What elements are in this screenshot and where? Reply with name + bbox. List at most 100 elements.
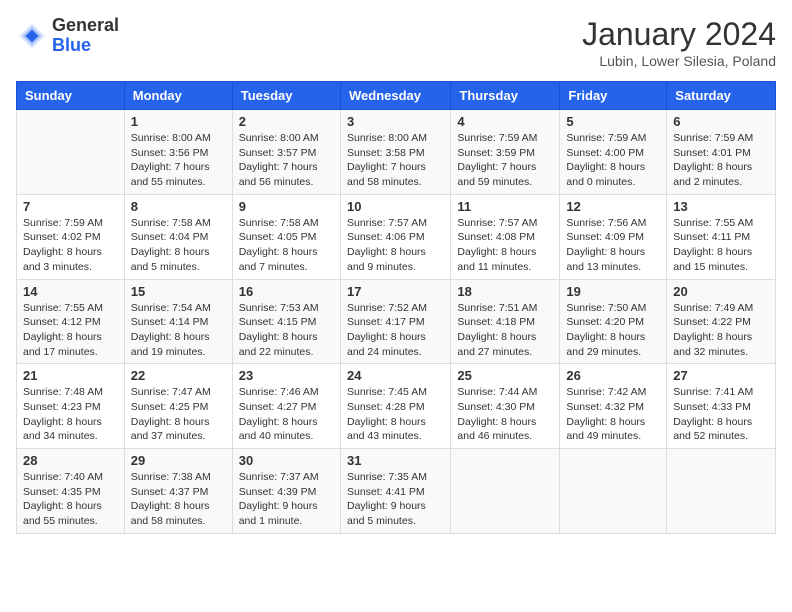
day-number: 22 bbox=[131, 368, 226, 383]
logo-text: General Blue bbox=[52, 16, 119, 56]
calendar-week-row: 1 Sunrise: 8:00 AM Sunset: 3:56 PM Daylig… bbox=[17, 110, 776, 195]
day-number: 11 bbox=[457, 199, 553, 214]
calendar-cell: 15 Sunrise: 7:54 AM Sunset: 4:14 PM Dayli… bbox=[124, 279, 232, 364]
day-number: 19 bbox=[566, 284, 660, 299]
day-number: 14 bbox=[23, 284, 118, 299]
calendar-cell bbox=[17, 110, 125, 195]
calendar-cell: 7 Sunrise: 7:59 AM Sunset: 4:02 PM Daylig… bbox=[17, 194, 125, 279]
day-number: 16 bbox=[239, 284, 334, 299]
day-info: Sunrise: 7:44 AM Sunset: 4:30 PM Dayligh… bbox=[457, 385, 553, 444]
day-number: 5 bbox=[566, 114, 660, 129]
calendar-cell: 16 Sunrise: 7:53 AM Sunset: 4:15 PM Dayli… bbox=[232, 279, 340, 364]
day-number: 27 bbox=[673, 368, 769, 383]
day-info: Sunrise: 7:55 AM Sunset: 4:11 PM Dayligh… bbox=[673, 216, 769, 275]
day-of-week-header: Monday bbox=[124, 82, 232, 110]
day-number: 21 bbox=[23, 368, 118, 383]
day-number: 13 bbox=[673, 199, 769, 214]
calendar-header-row: SundayMondayTuesdayWednesdayThursdayFrid… bbox=[17, 82, 776, 110]
calendar-cell: 11 Sunrise: 7:57 AM Sunset: 4:08 PM Dayli… bbox=[451, 194, 560, 279]
calendar-cell: 26Sunrise: 7:42 AM Sunset: 4:32 PM Dayli… bbox=[560, 364, 667, 449]
calendar-cell: 3 Sunrise: 8:00 AM Sunset: 3:58 PM Daylig… bbox=[340, 110, 450, 195]
day-info: Sunrise: 7:56 AM Sunset: 4:09 PM Dayligh… bbox=[566, 216, 660, 275]
day-info: Sunrise: 7:52 AM Sunset: 4:17 PM Dayligh… bbox=[347, 301, 444, 360]
logo-blue: Blue bbox=[52, 35, 91, 55]
day-number: 10 bbox=[347, 199, 444, 214]
day-number: 7 bbox=[23, 199, 118, 214]
day-number: 15 bbox=[131, 284, 226, 299]
calendar-cell: 23 Sunrise: 7:46 AM Sunset: 4:27 PM Dayli… bbox=[232, 364, 340, 449]
day-info: Sunrise: 7:57 AM Sunset: 4:06 PM Dayligh… bbox=[347, 216, 444, 275]
day-info: Sunrise: 7:50 AM Sunset: 4:20 PM Dayligh… bbox=[566, 301, 660, 360]
day-number: 2 bbox=[239, 114, 334, 129]
day-info: Sunrise: 7:54 AM Sunset: 4:14 PM Dayligh… bbox=[131, 301, 226, 360]
calendar-cell: 19 Sunrise: 7:50 AM Sunset: 4:20 PM Dayli… bbox=[560, 279, 667, 364]
calendar-cell: 31Sunrise: 7:35 AM Sunset: 4:41 PM Dayli… bbox=[340, 449, 450, 534]
location-subtitle: Lubin, Lower Silesia, Poland bbox=[582, 53, 776, 69]
day-info: Sunrise: 8:00 AM Sunset: 3:57 PM Dayligh… bbox=[239, 131, 334, 190]
calendar-cell: 2 Sunrise: 8:00 AM Sunset: 3:57 PM Daylig… bbox=[232, 110, 340, 195]
calendar-cell: 10 Sunrise: 7:57 AM Sunset: 4:06 PM Dayli… bbox=[340, 194, 450, 279]
day-info: Sunrise: 7:49 AM Sunset: 4:22 PM Dayligh… bbox=[673, 301, 769, 360]
calendar-cell: 4Sunrise: 7:59 AM Sunset: 3:59 PM Daylig… bbox=[451, 110, 560, 195]
calendar-cell: 8Sunrise: 7:58 AM Sunset: 4:04 PM Daylig… bbox=[124, 194, 232, 279]
day-number: 8 bbox=[131, 199, 226, 214]
day-number: 6 bbox=[673, 114, 769, 129]
calendar-cell bbox=[451, 449, 560, 534]
page-header: General Blue January 2024 Lubin, Lower S… bbox=[16, 16, 776, 69]
day-number: 23 bbox=[239, 368, 334, 383]
day-info: Sunrise: 7:59 AM Sunset: 4:01 PM Dayligh… bbox=[673, 131, 769, 190]
day-number: 1 bbox=[131, 114, 226, 129]
day-number: 31 bbox=[347, 453, 444, 468]
day-number: 25 bbox=[457, 368, 553, 383]
day-info: Sunrise: 7:42 AM Sunset: 4:32 PM Dayligh… bbox=[566, 385, 660, 444]
month-year-title: January 2024 bbox=[582, 16, 776, 53]
calendar-week-row: 7 Sunrise: 7:59 AM Sunset: 4:02 PM Daylig… bbox=[17, 194, 776, 279]
calendar-cell: 18 Sunrise: 7:51 AM Sunset: 4:18 PM Dayli… bbox=[451, 279, 560, 364]
day-info: Sunrise: 8:00 AM Sunset: 3:56 PM Dayligh… bbox=[131, 131, 226, 190]
calendar-week-row: 14 Sunrise: 7:55 AM Sunset: 4:12 PM Dayli… bbox=[17, 279, 776, 364]
calendar-table: SundayMondayTuesdayWednesdayThursdayFrid… bbox=[16, 81, 776, 534]
day-info: Sunrise: 8:00 AM Sunset: 3:58 PM Dayligh… bbox=[347, 131, 444, 190]
day-info: Sunrise: 7:53 AM Sunset: 4:15 PM Dayligh… bbox=[239, 301, 334, 360]
calendar-cell: 6 Sunrise: 7:59 AM Sunset: 4:01 PM Daylig… bbox=[667, 110, 776, 195]
day-number: 30 bbox=[239, 453, 334, 468]
calendar-cell: 25 Sunrise: 7:44 AM Sunset: 4:30 PM Dayli… bbox=[451, 364, 560, 449]
day-info: Sunrise: 7:46 AM Sunset: 4:27 PM Dayligh… bbox=[239, 385, 334, 444]
calendar-cell: 29 Sunrise: 7:38 AM Sunset: 4:37 PM Dayli… bbox=[124, 449, 232, 534]
title-block: January 2024 Lubin, Lower Silesia, Polan… bbox=[582, 16, 776, 69]
day-number: 20 bbox=[673, 284, 769, 299]
day-number: 29 bbox=[131, 453, 226, 468]
day-number: 17 bbox=[347, 284, 444, 299]
calendar-cell bbox=[667, 449, 776, 534]
day-number: 18 bbox=[457, 284, 553, 299]
day-of-week-header: Saturday bbox=[667, 82, 776, 110]
day-info: Sunrise: 7:45 AM Sunset: 4:28 PM Dayligh… bbox=[347, 385, 444, 444]
day-of-week-header: Thursday bbox=[451, 82, 560, 110]
logo: General Blue bbox=[16, 16, 119, 56]
calendar-cell: 1 Sunrise: 8:00 AM Sunset: 3:56 PM Daylig… bbox=[124, 110, 232, 195]
day-info: Sunrise: 7:51 AM Sunset: 4:18 PM Dayligh… bbox=[457, 301, 553, 360]
day-info: Sunrise: 7:38 AM Sunset: 4:37 PM Dayligh… bbox=[131, 470, 226, 529]
day-of-week-header: Friday bbox=[560, 82, 667, 110]
day-info: Sunrise: 7:48 AM Sunset: 4:23 PM Dayligh… bbox=[23, 385, 118, 444]
calendar-cell: 5Sunrise: 7:59 AM Sunset: 4:00 PM Daylig… bbox=[560, 110, 667, 195]
calendar-cell: 24Sunrise: 7:45 AM Sunset: 4:28 PM Dayli… bbox=[340, 364, 450, 449]
day-number: 3 bbox=[347, 114, 444, 129]
day-info: Sunrise: 7:47 AM Sunset: 4:25 PM Dayligh… bbox=[131, 385, 226, 444]
day-number: 9 bbox=[239, 199, 334, 214]
calendar-cell: 13 Sunrise: 7:55 AM Sunset: 4:11 PM Dayli… bbox=[667, 194, 776, 279]
day-number: 4 bbox=[457, 114, 553, 129]
day-info: Sunrise: 7:41 AM Sunset: 4:33 PM Dayligh… bbox=[673, 385, 769, 444]
day-info: Sunrise: 7:55 AM Sunset: 4:12 PM Dayligh… bbox=[23, 301, 118, 360]
calendar-cell: 22 Sunrise: 7:47 AM Sunset: 4:25 PM Dayli… bbox=[124, 364, 232, 449]
calendar-cell: 12 Sunrise: 7:56 AM Sunset: 4:09 PM Dayli… bbox=[560, 194, 667, 279]
day-of-week-header: Sunday bbox=[17, 82, 125, 110]
calendar-cell: 20 Sunrise: 7:49 AM Sunset: 4:22 PM Dayli… bbox=[667, 279, 776, 364]
calendar-cell: 9Sunrise: 7:58 AM Sunset: 4:05 PM Daylig… bbox=[232, 194, 340, 279]
logo-icon bbox=[16, 20, 48, 52]
day-number: 28 bbox=[23, 453, 118, 468]
calendar-cell: 28Sunrise: 7:40 AM Sunset: 4:35 PM Dayli… bbox=[17, 449, 125, 534]
day-info: Sunrise: 7:57 AM Sunset: 4:08 PM Dayligh… bbox=[457, 216, 553, 275]
day-number: 12 bbox=[566, 199, 660, 214]
day-info: Sunrise: 7:59 AM Sunset: 4:02 PM Dayligh… bbox=[23, 216, 118, 275]
